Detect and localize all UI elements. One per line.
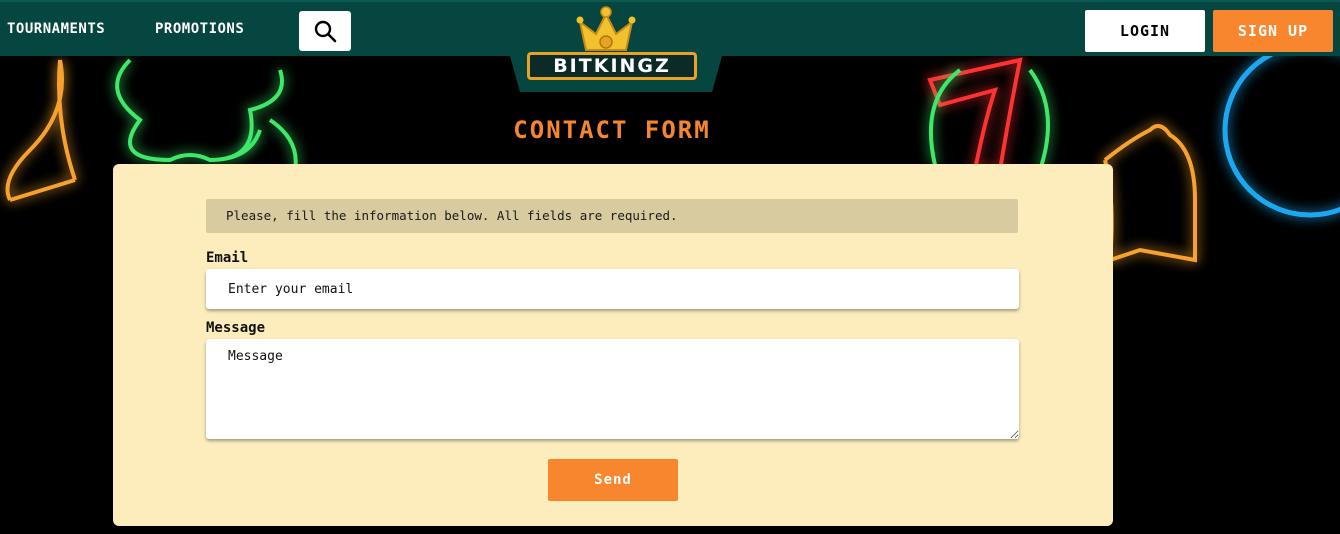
search-button[interactable]: [299, 11, 351, 51]
neon-seven-icon: [927, 57, 1023, 172]
email-label: Email: [206, 250, 249, 266]
signup-button[interactable]: SIGN UP: [1213, 10, 1333, 52]
nav-tournaments-link[interactable]: TOURNAMENTS: [7, 21, 105, 37]
email-input[interactable]: [206, 269, 1019, 309]
login-button[interactable]: LOGIN: [1085, 10, 1205, 52]
message-label: Message: [206, 320, 266, 336]
crown-icon: [576, 6, 636, 51]
nav-promotions-link[interactable]: PROMOTIONS: [155, 21, 244, 37]
neon-circle-icon: [1222, 42, 1340, 218]
logo-wordmark[interactable]: BITKINGZ: [527, 52, 697, 80]
page-title: CONTACT FORM: [513, 116, 711, 144]
send-button[interactable]: Send: [548, 459, 678, 501]
neon-bell-icon: [1103, 124, 1197, 263]
neon-clover-icon: [115, 58, 298, 171]
contact-form-card: Please, fill the information below. All …: [113, 164, 1113, 526]
search-icon: [314, 20, 337, 43]
message-textarea[interactable]: [206, 339, 1019, 439]
form-notice: Please, fill the information below. All …: [206, 199, 1018, 233]
